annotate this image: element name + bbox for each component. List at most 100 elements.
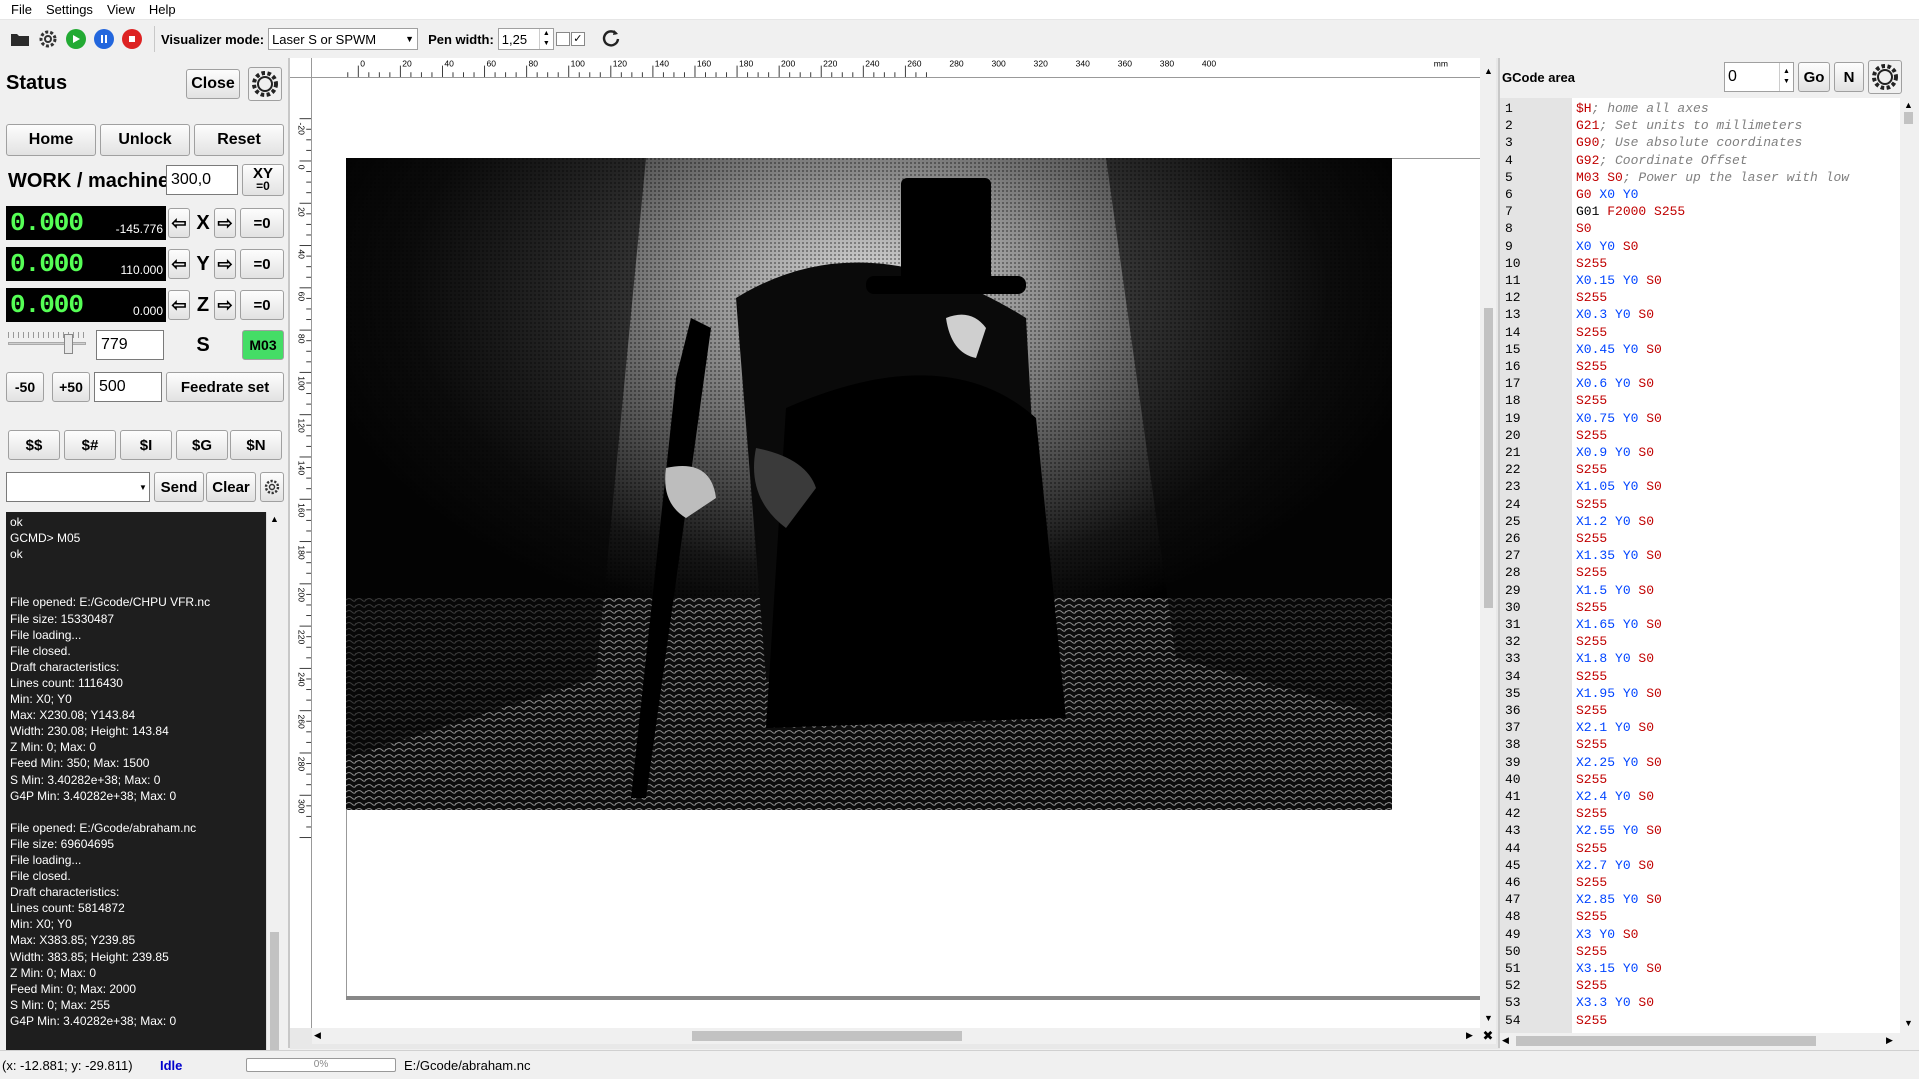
command-combo[interactable]: ▼ [6,472,150,502]
gcode-line[interactable]: 49 X3 Y0 S0 [1500,926,1900,943]
refresh-icon[interactable] [601,28,621,51]
console-settings-button[interactable] [260,472,284,502]
gcode-line[interactable]: 27 X1.35 Y0 S0 [1500,547,1900,564]
panel-settings-button[interactable] [248,67,282,101]
gcode-line[interactable]: 48 S255 [1500,908,1900,925]
y-plus-button[interactable]: ⇨ [214,249,236,279]
gcode-line-stepper[interactable]: 0 ▲ ▼ [1724,62,1794,92]
gcode-line[interactable]: 53 X3.3 Y0 S0 [1500,994,1900,1011]
vis-horizontal-scrollbar[interactable]: ◀ ▶ [312,1028,1480,1044]
resize-corner-icon[interactable]: ✖ [1480,1028,1496,1044]
gcode-go-button[interactable]: Go [1798,62,1830,92]
gcode-line[interactable]: 50 S255 [1500,943,1900,960]
cmd-info-button[interactable]: $I [120,430,172,460]
gcode-n-button[interactable]: N [1834,62,1864,92]
settings-gear-icon[interactable] [36,27,60,51]
gcode-line[interactable]: 30 S255 [1500,599,1900,616]
gcode-line[interactable]: 19 X0.75 Y0 S0 [1500,410,1900,427]
menu-settings[interactable]: Settings [39,0,100,20]
gcode-vertical-scrollbar[interactable]: ▲ ▼ [1900,98,1917,1033]
color-swatch-icon[interactable] [555,32,570,46]
gcode-line[interactable]: 33 X1.8 Y0 S0 [1500,650,1900,667]
menu-help[interactable]: Help [142,0,183,20]
gcode-settings-button[interactable] [1868,60,1902,94]
feed-plus-50-button[interactable]: +50 [52,372,90,402]
z-plus-button[interactable]: ⇨ [214,290,236,320]
gcode-line[interactable]: 42 S255 [1500,805,1900,822]
gcode-line[interactable]: 12 S255 [1500,289,1900,306]
stepper-arrows-icon[interactable]: ▲ ▼ [538,29,553,49]
scroll-down-icon[interactable]: ▼ [1484,1013,1493,1023]
cmd-gstate-button[interactable]: $G [176,430,228,460]
close-button[interactable]: Close [186,69,240,99]
gcode-line[interactable]: 38 S255 [1500,736,1900,753]
gcode-line[interactable]: 37 X2.1 Y0 S0 [1500,719,1900,736]
console-output[interactable]: ok GCMD> M05 ok File opened: E:/Gcode/CHPU … [6,512,266,1079]
unlock-button[interactable]: Unlock [100,124,190,156]
x-zero-button[interactable]: =0 [240,208,284,238]
gcode-line[interactable]: 8 S0 [1500,220,1900,237]
gcode-line[interactable]: 5 M03 S0; Power up the laser with low [1500,169,1900,186]
play-icon[interactable] [64,27,88,51]
gcode-line[interactable]: 40 S255 [1500,771,1900,788]
gcode-line[interactable]: 29 X1.5 Y0 S0 [1500,582,1900,599]
gcode-line[interactable]: 47 X2.85 Y0 S0 [1500,891,1900,908]
menu-file[interactable]: File [4,0,39,20]
gcode-line[interactable]: 11 X0.15 Y0 S0 [1500,272,1900,289]
cmd-params-button[interactable]: $# [64,430,116,460]
gcode-line[interactable]: 22 S255 [1500,461,1900,478]
gcode-line[interactable]: 16 S255 [1500,358,1900,375]
stop-icon[interactable] [120,27,144,51]
gcode-line[interactable]: 51 X3.15 Y0 S0 [1500,960,1900,977]
scroll-thumb[interactable] [1904,112,1913,124]
scroll-up-icon[interactable]: ▲ [1904,100,1913,110]
scroll-thumb[interactable] [1516,1036,1816,1046]
visualizer[interactable]: 0 20 40 60 80 100 120 140 160 180 200 220 240 260 280 3… [290,58,1500,1049]
gcode-line[interactable]: 1 $H; home all axes [1500,100,1900,117]
feed-minus-50-button[interactable]: -50 [6,372,44,402]
z-zero-button[interactable]: =0 [240,290,284,320]
drawing-canvas[interactable] [312,78,1480,1028]
gcode-line[interactable]: 34 S255 [1500,668,1900,685]
scroll-up-icon[interactable]: ▲ [1484,66,1493,76]
scroll-right-icon[interactable]: ▶ [1886,1035,1893,1046]
gcode-line[interactable]: 9 X0 Y0 S0 [1500,238,1900,255]
gcode-line[interactable]: 13 X0.3 Y0 S0 [1500,306,1900,323]
scroll-right-icon[interactable]: ▶ [1466,1030,1473,1041]
gcode-line[interactable]: 20 S255 [1500,427,1900,444]
gcode-line[interactable]: 10 S255 [1500,255,1900,272]
spindle-value-input[interactable]: 779 [96,330,164,360]
gcode-line[interactable]: 2 G21; Set units to millimeters [1500,117,1900,134]
x-minus-button[interactable]: ⇦ [168,208,190,238]
clear-button[interactable]: Clear [206,472,256,502]
feed-value-input[interactable]: 500 [94,372,162,402]
coord-value-input[interactable]: 300,0 [166,165,238,195]
gcode-line[interactable]: 43 X2.55 Y0 S0 [1500,822,1900,839]
reset-button[interactable]: Reset [194,124,284,156]
scroll-up-icon[interactable]: ▲ [270,514,279,524]
scroll-down-icon[interactable]: ▼ [1904,1018,1913,1028]
gcode-line[interactable]: 36 S255 [1500,702,1900,719]
gcode-line[interactable]: 54 S255 [1500,1012,1900,1029]
gcode-line[interactable]: 35 X1.95 Y0 S0 [1500,685,1900,702]
gcode-line[interactable]: 46 S255 [1500,874,1900,891]
y-zero-button[interactable]: =0 [240,249,284,279]
gcode-line[interactable]: 25 X1.2 Y0 S0 [1500,513,1900,530]
scroll-thumb[interactable] [692,1031,962,1041]
scroll-thumb[interactable] [1484,308,1493,608]
pen-check-icon[interactable]: ✓ [570,32,585,46]
slider-handle[interactable] [64,334,73,354]
x-plus-button[interactable]: ⇨ [214,208,236,238]
stepper-arrows-icon[interactable]: ▲ ▼ [1779,63,1793,91]
vis-vertical-scrollbar[interactable]: ▲ ▼ [1480,58,1496,1028]
gcode-line[interactable]: 26 S255 [1500,530,1900,547]
gcode-line[interactable]: 24 S255 [1500,496,1900,513]
gcode-line[interactable]: 31 X1.65 Y0 S0 [1500,616,1900,633]
z-minus-button[interactable]: ⇦ [168,290,190,320]
gcode-line[interactable]: 23 X1.05 Y0 S0 [1500,478,1900,495]
m03-toggle[interactable]: M03 [242,330,284,360]
gcode-horizontal-scrollbar[interactable]: ◀ ▶ [1500,1033,1900,1049]
gcode-editor[interactable]: 1 $H; home all axes 2 G21; Set units to mil… [1500,98,1900,1033]
send-button[interactable]: Send [154,472,204,502]
gcode-line[interactable]: 3 G90; Use absolute coordinates [1500,134,1900,151]
